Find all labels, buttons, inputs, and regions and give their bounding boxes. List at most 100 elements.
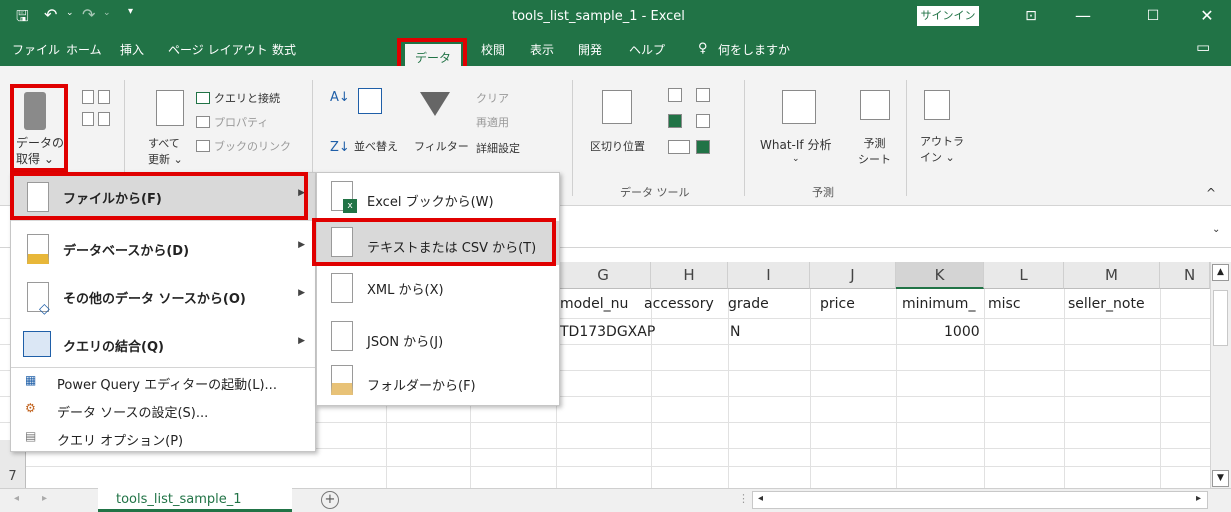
menu-item-data-source-settings[interactable]: ⚙ データ ソースの設定(S)... (11, 397, 315, 423)
tab-page-layout[interactable]: ページ レイアウト (168, 41, 268, 58)
menu-item-label: データベースから(D) (63, 244, 190, 259)
from-text-icon[interactable] (82, 90, 94, 104)
close-button[interactable]: ✕ (1184, 0, 1230, 32)
advanced-filter-button[interactable]: 詳細設定 (476, 140, 520, 156)
cell[interactable]: price (820, 296, 855, 312)
cell[interactable]: misc (988, 296, 1021, 312)
menu-item-from-other-sources[interactable]: ◇ その他のデータ ソースから(O) ▶ (11, 273, 315, 321)
column-header[interactable]: M (1064, 262, 1160, 289)
sheet-scroll-next-icon[interactable]: ▸ (42, 493, 47, 504)
cell[interactable]: grade (728, 296, 769, 312)
undo-dropdown-icon[interactable]: ⌄ (66, 8, 74, 18)
tab-formulas[interactable]: 数式 (272, 41, 296, 58)
queries-connections-button[interactable]: クエリと接続 (214, 90, 280, 106)
tab-home[interactable]: ホーム (66, 41, 102, 58)
tab-developer[interactable]: 開発 (578, 41, 602, 58)
outline-icon (924, 90, 950, 120)
menu-item-label: JSON から(J) (367, 335, 444, 350)
cell[interactable]: 1000 (944, 324, 980, 340)
sort-button[interactable]: 並べ替え (354, 138, 398, 154)
remove-duplicates-icon[interactable] (668, 114, 682, 128)
tab-review[interactable]: 校閲 (481, 41, 505, 58)
expand-formula-bar-icon[interactable]: ⌄ (1212, 224, 1220, 235)
horizontal-scrollbar[interactable] (752, 491, 1208, 509)
maximize-button[interactable]: ☐ (1130, 0, 1176, 32)
submenu-arrow-icon: ▶ (298, 336, 305, 346)
tab-help[interactable]: ヘルプ (629, 41, 665, 58)
cell[interactable]: accessory (644, 296, 714, 312)
menu-item-combine-queries[interactable]: クエリの結合(Q) ▶ (11, 321, 315, 369)
comments-icon[interactable]: ▭ (1196, 38, 1210, 56)
window-title: tools_list_sample_1 - Excel (512, 9, 685, 24)
column-header[interactable]: N (1160, 262, 1210, 289)
outline-button[interactable]: アウトラ イン ⌄ (920, 134, 964, 166)
highlight-from-file (10, 172, 308, 220)
text-to-columns-button[interactable]: 区切り位置 (590, 138, 645, 154)
scroll-thumb[interactable] (1213, 290, 1228, 346)
queries-connections-icon (196, 92, 210, 104)
data-model-icon[interactable] (696, 140, 710, 154)
menu-item-label: データ ソースの設定(S)... (57, 406, 209, 421)
menu-item-power-query-editor[interactable]: ▦ Power Query エディターの起動(L)... (11, 369, 315, 395)
reapply-button[interactable]: 再適用 (476, 114, 509, 130)
clear-button[interactable]: クリア (476, 90, 509, 106)
column-header-selected[interactable]: K (896, 262, 984, 289)
scroll-down-button[interactable]: ▼ (1212, 470, 1229, 487)
recent-sources-icon[interactable] (98, 112, 110, 126)
undo-icon[interactable]: ↶ (44, 5, 57, 24)
scroll-right-button[interactable]: ▸ (1196, 493, 1201, 504)
from-web-icon[interactable] (98, 90, 110, 104)
relationships-icon[interactable] (696, 114, 710, 128)
customize-toolbar-icon[interactable]: ▾ (128, 6, 133, 17)
properties-button[interactable]: プロパティ (214, 114, 268, 130)
menu-item-query-options[interactable]: ▤ クエリ オプション(P) (11, 425, 315, 451)
refresh-all-button[interactable]: すべて 更新 ⌄ (148, 136, 183, 168)
tab-file[interactable]: ファイル (12, 41, 60, 58)
cell[interactable]: TD173DGXAP (560, 324, 655, 340)
row-header[interactable]: 7 (0, 466, 26, 488)
filter-button[interactable]: フィルター (414, 138, 469, 154)
what-if-dropdown-icon[interactable]: ⌄ (792, 154, 800, 164)
minimize-button[interactable]: — (1060, 0, 1106, 32)
redo-icon[interactable]: ↷ (82, 5, 95, 24)
scroll-up-button[interactable]: ▲ (1212, 264, 1229, 281)
edit-links-button[interactable]: ブックのリンク (214, 138, 291, 154)
consolidate-icon[interactable] (696, 88, 710, 102)
data-validation-icon[interactable] (668, 140, 690, 154)
what-if-analysis-button[interactable]: What-If 分析 (760, 136, 831, 153)
refresh-all-icon (156, 90, 184, 126)
collapse-ribbon-icon[interactable]: ^ (1206, 186, 1216, 200)
tab-split-handle[interactable]: ⋮ (738, 492, 749, 505)
sheet-tab-label[interactable]: tools_list_sample_1 (116, 492, 242, 507)
tell-me-search[interactable]: 何をしますか (718, 41, 790, 58)
ribbon-display-options-icon[interactable]: ⊡ (1008, 0, 1054, 32)
menu-item-from-folder[interactable]: フォルダーから(F) (317, 359, 559, 403)
sheet-scroll-prev-icon[interactable]: ◂ (14, 493, 19, 504)
tab-view[interactable]: 表示 (530, 41, 554, 58)
scroll-left-button[interactable]: ◂ (758, 493, 763, 504)
flash-fill-icon[interactable] (668, 88, 682, 102)
menu-item-from-json[interactable]: JSON から(J) (317, 313, 559, 357)
menu-item-from-database[interactable]: データベースから(D) ▶ (11, 225, 315, 273)
add-sheet-button[interactable]: + (321, 491, 339, 509)
column-header[interactable]: H (651, 262, 728, 289)
cell[interactable]: model_nu (560, 296, 628, 312)
save-icon[interactable]: 🖫 (16, 6, 29, 31)
cell[interactable]: minimum_ (902, 296, 975, 312)
tab-insert[interactable]: 挿入 (120, 41, 144, 58)
menu-item-from-excel-workbook[interactable]: x Excel ブックから(W) (317, 175, 559, 219)
signin-button[interactable]: サインイン (917, 6, 979, 26)
sort-asc-icon[interactable]: A↓ (330, 90, 350, 105)
forecast-sheet-button[interactable]: 予測 シート (858, 136, 891, 168)
column-header[interactable]: I (728, 262, 810, 289)
menu-item-from-xml[interactable]: XML から(X) (317, 267, 559, 311)
column-header[interactable]: L (984, 262, 1064, 289)
ribbon-tab-bar: ファイル ホーム 挿入 ページ レイアウト 数式 校閲 表示 開発 ヘルプ ♀ … (0, 32, 1231, 66)
column-header[interactable]: J (810, 262, 896, 289)
cell[interactable]: N (730, 324, 740, 340)
cell[interactable]: seller_note (1068, 296, 1145, 312)
what-if-icon (782, 90, 816, 124)
column-header[interactable]: G (556, 262, 651, 289)
from-table-icon[interactable] (82, 112, 94, 126)
sort-desc-icon[interactable]: Z↓ (330, 140, 350, 155)
